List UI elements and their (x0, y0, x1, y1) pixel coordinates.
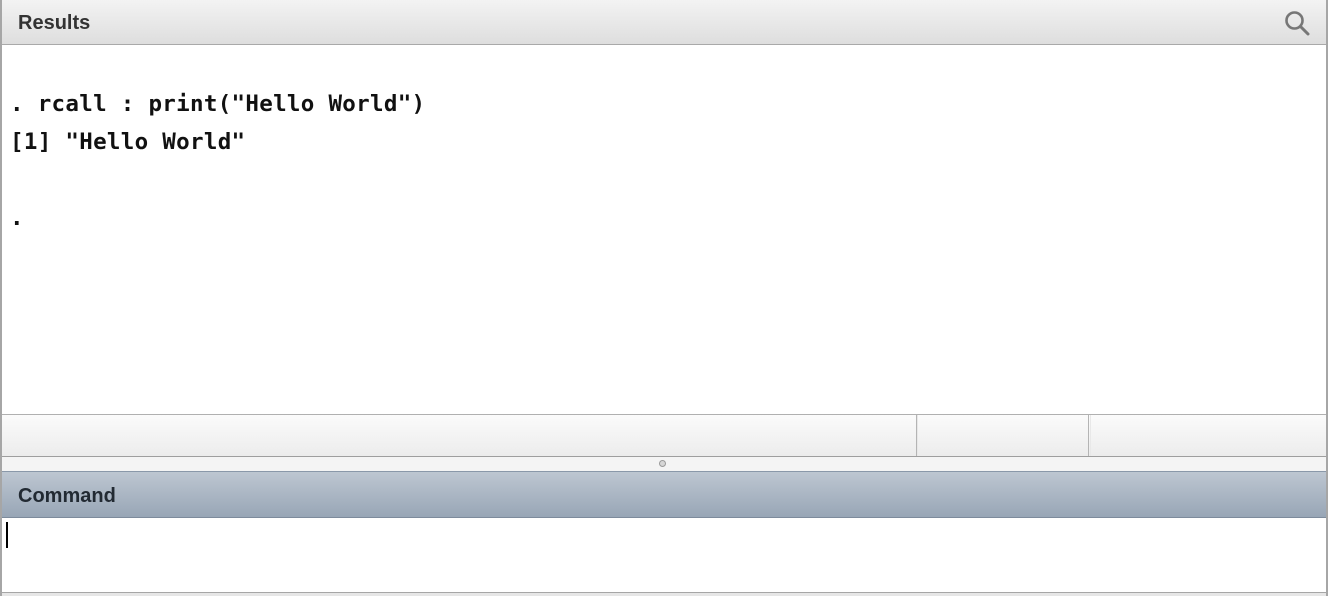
text-caret (6, 522, 8, 548)
results-title: Results (18, 12, 91, 34)
command-panel-header: Command (2, 471, 1326, 518)
status-bar (2, 414, 1326, 457)
results-panel-header: Results (2, 0, 1326, 45)
output-line-result: [1] "Hello World" (10, 129, 246, 155)
pane-splitter[interactable] (2, 457, 1326, 471)
results-output-area[interactable]: . rcall : print("Hello World") [1] "Hell… (2, 45, 1326, 414)
output-line-prompt: . (10, 205, 24, 231)
status-cell-middle (917, 415, 1089, 456)
splitter-handle-icon[interactable] (659, 460, 666, 467)
stata-main-window: Results . rcall : print("Hello World") [… (0, 0, 1328, 596)
status-cell-right (1090, 415, 1326, 456)
command-title: Command (18, 485, 116, 507)
status-cell-main (2, 415, 917, 456)
output-line-command: . rcall : print("Hello World") (10, 91, 426, 117)
command-input[interactable] (2, 518, 1326, 592)
window-bottom-edge (2, 592, 1326, 596)
search-icon[interactable] (1284, 10, 1310, 36)
